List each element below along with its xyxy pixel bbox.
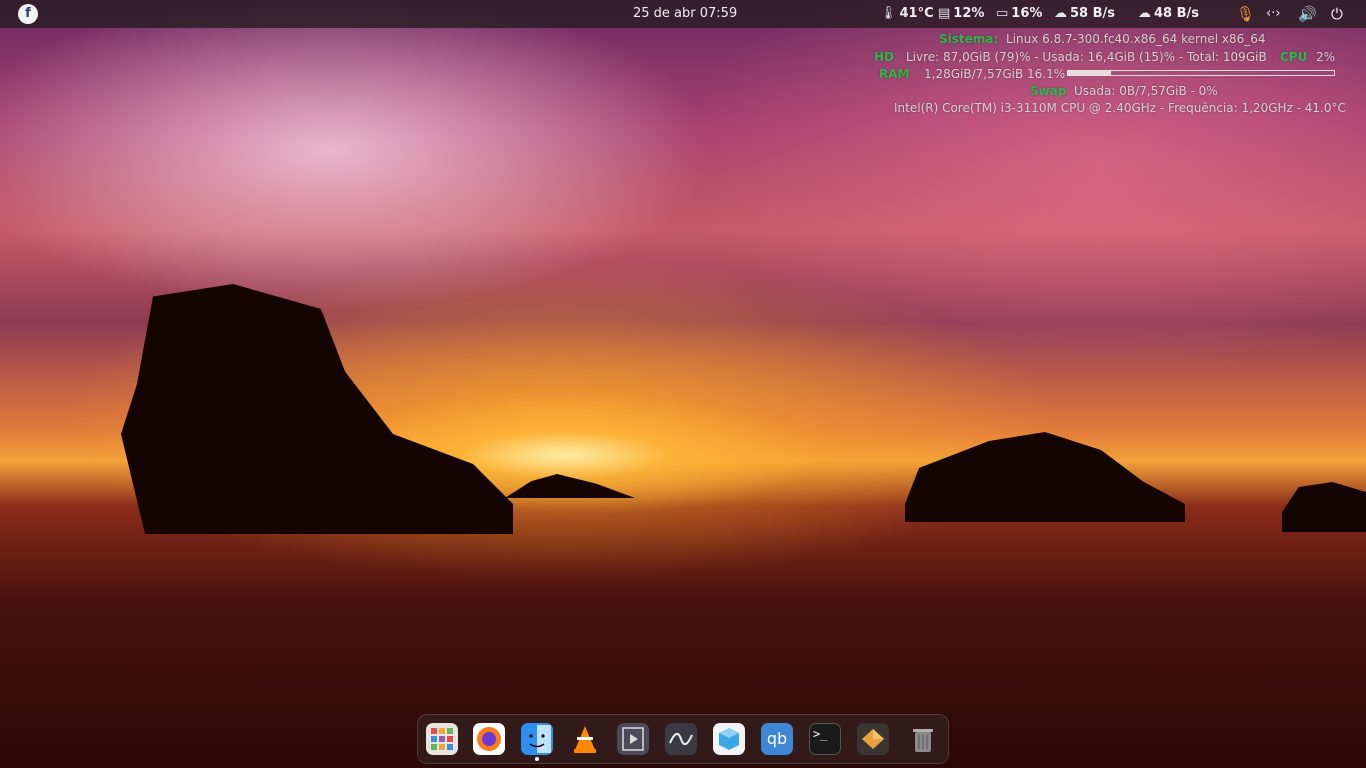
box-app-icon[interactable] — [713, 723, 745, 755]
wallpaper-rock-small — [505, 474, 635, 498]
power-icon[interactable]: ⏻ — [1331, 0, 1343, 28]
conky-sistema-label: Sistema: — [939, 32, 999, 46]
conky-hd-value: Livre: 87,0GiB (79)% - Usada: 16,4GiB (1… — [906, 50, 1267, 64]
conky-hd-label: HD — [874, 50, 895, 64]
temperature-indicator[interactable]: 🌡 41°C — [880, 0, 934, 28]
fedora-logo-icon[interactable]: f — [18, 4, 38, 24]
qbittorrent-icon[interactable]: qb — [761, 723, 793, 755]
conky-cpu-info: Intel(R) Core(TM) i3-3110M CPU @ 2.40GHz… — [894, 101, 1346, 115]
wallpaper-rock-right — [905, 432, 1185, 522]
running-indicator-dot — [535, 757, 539, 761]
memory-icon: ▭ — [996, 6, 1009, 21]
package-app-icon[interactable] — [857, 723, 889, 755]
conky-cpu-label: CPU — [1280, 50, 1308, 64]
dock: qb >_ — [417, 714, 949, 764]
conky-sistema-value: Linux 6.8.7-300.fc40.x86_64 kernel x86_6… — [1006, 32, 1266, 46]
wallpaper-rock-left — [121, 284, 513, 534]
upload-indicator[interactable]: ☁ 48 B/s — [1138, 0, 1199, 28]
microphone-icon[interactable]: 🎙 — [1236, 0, 1255, 28]
conky-ram-label: RAM — [879, 67, 910, 81]
memory-indicator[interactable]: ▭ 16% — [996, 0, 1042, 28]
app-grid-icon[interactable] — [426, 723, 458, 755]
wallpaper-rock-far-right — [1282, 482, 1366, 532]
disk-icon: ▤ — [938, 6, 951, 21]
clock[interactable]: 25 de abr 07:59 — [633, 0, 737, 28]
finder-icon[interactable] — [521, 723, 553, 755]
firefox-icon[interactable] — [473, 723, 505, 755]
thermometer-icon: 🌡 — [880, 6, 897, 21]
trash-icon[interactable] — [907, 723, 939, 755]
cloud-upload-icon: ☁ — [1138, 6, 1151, 21]
video-player-icon[interactable] — [617, 723, 649, 755]
curve-app-icon[interactable] — [665, 723, 697, 755]
conky-ram-bar — [1067, 70, 1335, 76]
conky-cpu-value: 2% — [1316, 50, 1336, 64]
cloud-download-icon: ☁ — [1054, 6, 1067, 21]
download-indicator[interactable]: ☁ 58 B/s — [1054, 0, 1115, 28]
network-icon[interactable]: ‹·› — [1266, 0, 1281, 28]
disk-indicator[interactable]: ▤ 12% — [938, 0, 984, 28]
conky-ram-bar-fill — [1068, 71, 1111, 75]
top-bar: f 25 de abr 07:59 🌡 41°C ▤ 12% ▭ 16% ☁ 58 B/… — [0, 0, 1366, 28]
conky-ram-value: 1,28GiB/7,57GiB 16.1% — [924, 67, 1066, 81]
vlc-icon[interactable] — [569, 723, 601, 755]
terminal-icon[interactable]: >_ — [809, 723, 841, 755]
volume-icon[interactable]: 🔊 — [1298, 0, 1317, 28]
conky-swap-label: Swap — [1030, 84, 1067, 98]
conky-swap-value: Usada: 0B/7,57GiB - 0% — [1074, 84, 1218, 98]
